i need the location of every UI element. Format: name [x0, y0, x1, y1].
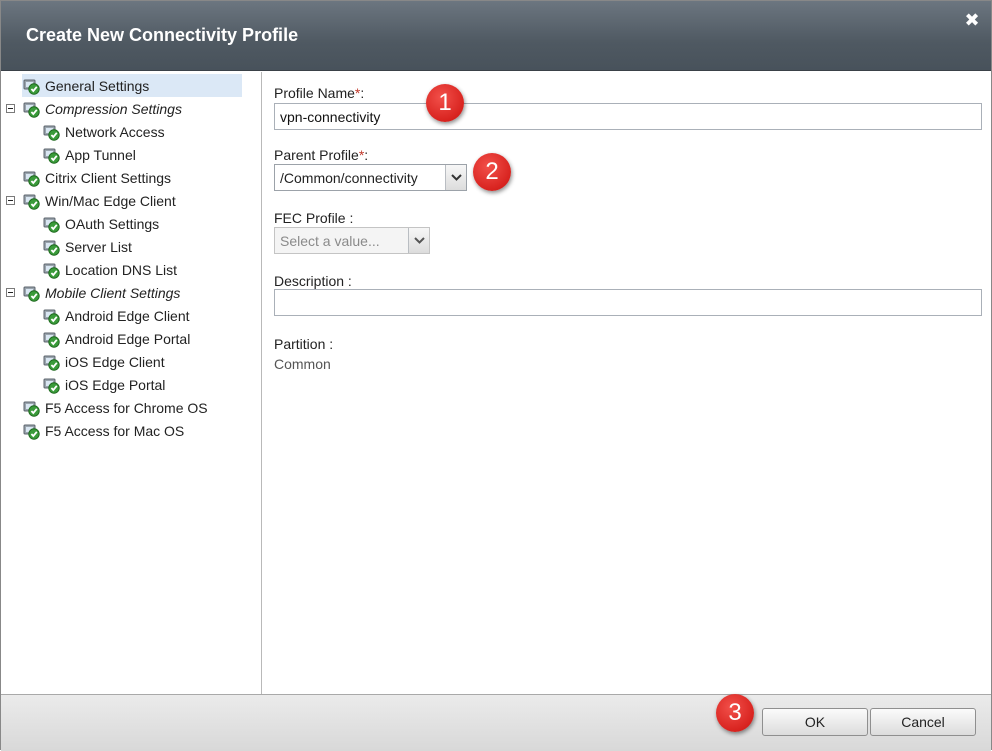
description-label: Description :	[274, 273, 352, 289]
description-input[interactable]	[274, 289, 982, 316]
settings-check-icon	[42, 376, 62, 394]
settings-check-icon	[22, 77, 42, 95]
cancel-button[interactable]: Cancel	[870, 708, 976, 736]
settings-check-icon	[42, 146, 62, 164]
nav-item-label: Win/Mac Edge Client	[45, 192, 176, 209]
settings-check-icon	[42, 353, 62, 371]
settings-nav-tree: General Settings Compression Settings Netw…	[1, 72, 262, 694]
nav-item-label: Server List	[65, 238, 132, 255]
nav-item-label: General Settings	[45, 77, 150, 94]
ok-button[interactable]: OK	[762, 708, 868, 736]
parent-profile-value: /Common/connectivity	[280, 169, 418, 186]
profile-name-input[interactable]	[274, 103, 982, 130]
nav-item-label: Network Access	[65, 123, 165, 140]
nav-item-label: Android Edge Portal	[65, 330, 191, 347]
nav-item[interactable]: F5 Access for Mac OS	[22, 419, 184, 442]
nav-item[interactable]: F5 Access for Chrome OS	[22, 396, 208, 419]
partition-label: Partition :	[274, 336, 334, 352]
nav-item-label: iOS Edge Client	[65, 353, 165, 370]
dialog-titlebar: Create New Connectivity Profile ✖	[1, 1, 991, 71]
close-icon[interactable]: ✖	[963, 11, 981, 29]
parent-profile-select[interactable]: /Common/connectivity	[274, 164, 467, 191]
collapse-toggle-icon[interactable]	[6, 288, 15, 297]
nav-item-label: Compression Settings	[45, 100, 182, 117]
settings-check-icon	[22, 192, 42, 210]
nav-item-label: F5 Access for Mac OS	[45, 422, 185, 439]
collapse-toggle-icon[interactable]	[6, 196, 15, 205]
settings-check-icon	[22, 284, 42, 302]
chevron-down-icon[interactable]	[408, 228, 429, 253]
settings-check-icon	[42, 307, 62, 325]
nav-item[interactable]: Server List	[42, 235, 132, 258]
annotation-badge-3: 3	[716, 694, 754, 732]
annotation-badge-2: 2	[473, 153, 511, 191]
parent-profile-label: Parent Profile*:	[274, 147, 369, 163]
nav-item[interactable]: iOS Edge Client	[42, 350, 165, 373]
nav-item[interactable]: Network Access	[42, 120, 165, 143]
profile-name-label: Profile Name*:	[274, 85, 365, 101]
nav-item-label: OAuth Settings	[65, 215, 160, 232]
settings-check-icon	[42, 330, 62, 348]
general-settings-panel: Profile Name*: Parent Profile*: /Common/…	[263, 72, 992, 694]
nav-item[interactable]: General Settings	[22, 74, 242, 97]
nav-item-label: iOS Edge Portal	[65, 376, 166, 393]
nav-item-label: F5 Access for Chrome OS	[45, 399, 208, 416]
nav-item[interactable]: Compression Settings	[6, 97, 182, 120]
nav-item[interactable]: Citrix Client Settings	[22, 166, 171, 189]
create-connectivity-profile-dialog: Create New Connectivity Profile ✖ Genera…	[0, 0, 992, 751]
settings-check-icon	[22, 100, 42, 118]
chevron-down-icon[interactable]	[445, 165, 466, 190]
dialog-title: Create New Connectivity Profile	[26, 25, 299, 45]
nav-item[interactable]: Android Edge Client	[42, 304, 190, 327]
settings-check-icon	[42, 261, 62, 279]
nav-item[interactable]: Location DNS List	[42, 258, 177, 281]
nav-item-label: Mobile Client Settings	[45, 284, 181, 301]
nav-item[interactable]: App Tunnel	[42, 143, 136, 166]
fec-profile-select[interactable]: Select a value...	[274, 227, 430, 254]
settings-check-icon	[22, 422, 42, 440]
settings-check-icon	[42, 123, 62, 141]
nav-item[interactable]: Mobile Client Settings	[6, 281, 181, 304]
fec-profile-label: FEC Profile :	[274, 210, 354, 226]
dialog-footer: OK Cancel	[1, 694, 991, 751]
settings-check-icon	[22, 399, 42, 417]
nav-item[interactable]: Android Edge Portal	[42, 327, 190, 350]
partition-value: Common	[274, 356, 331, 372]
nav-item-label: Location DNS List	[65, 261, 178, 278]
nav-item-label: Android Edge Client	[65, 307, 190, 324]
nav-item[interactable]: iOS Edge Portal	[42, 373, 165, 396]
nav-item[interactable]: Win/Mac Edge Client	[6, 189, 176, 212]
settings-check-icon	[42, 238, 62, 256]
nav-item-label: Citrix Client Settings	[45, 169, 172, 186]
nav-item[interactable]: OAuth Settings	[42, 212, 159, 235]
annotation-badge-1: 1	[426, 84, 464, 122]
settings-check-icon	[42, 215, 62, 233]
settings-check-icon	[22, 169, 42, 187]
fec-profile-placeholder: Select a value...	[280, 232, 380, 249]
nav-item-label: App Tunnel	[65, 146, 136, 163]
collapse-toggle-icon[interactable]	[6, 104, 15, 113]
